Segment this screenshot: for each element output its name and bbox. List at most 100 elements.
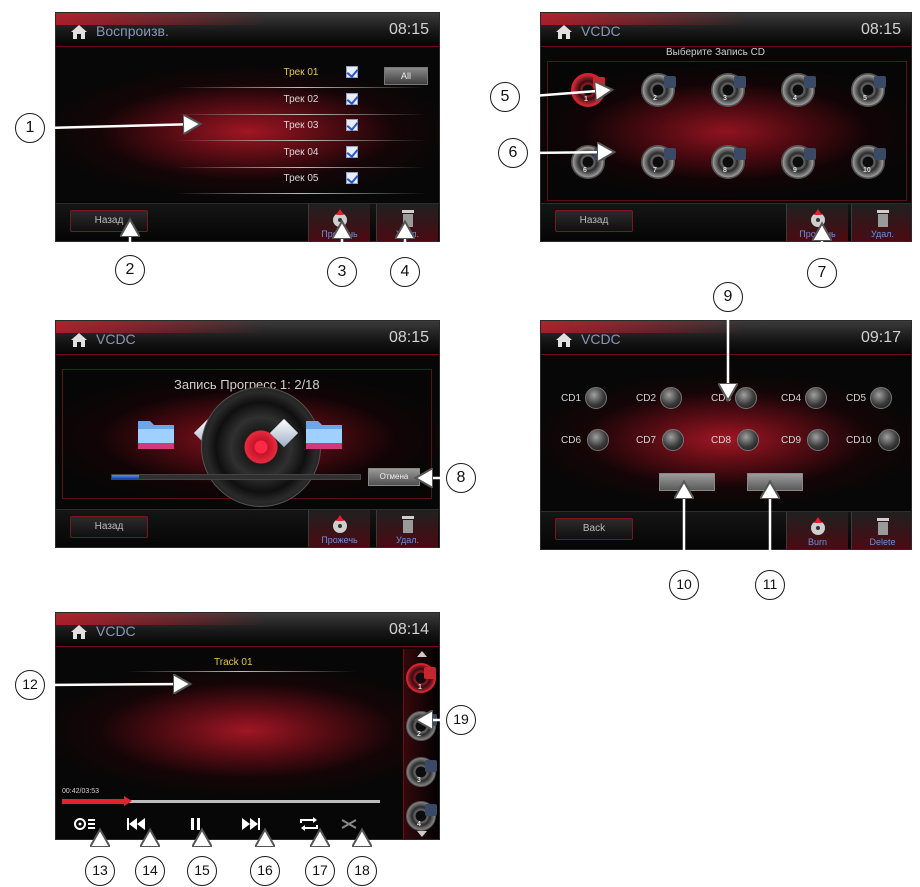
cd-slot[interactable]: CD9 (781, 429, 851, 453)
callout-marker: 3 (327, 257, 357, 287)
delete-button[interactable]: Delete (851, 512, 911, 549)
delete-label: Удал. (395, 229, 420, 239)
shuffle-icon (341, 819, 357, 829)
eq-button[interactable] (60, 809, 110, 839)
disc-icon[interactable]: 5 (851, 73, 886, 107)
checkbox-icon[interactable] (346, 66, 358, 78)
seek-handle[interactable] (123, 796, 132, 806)
home-icon[interactable] (70, 24, 88, 40)
disc-icon[interactable]: 4 (781, 73, 816, 107)
scroll-up-icon[interactable] (417, 651, 427, 657)
clock: 08:15 (388, 329, 429, 346)
disc-icon[interactable]: 3 (406, 757, 437, 787)
top-bar: VCDC 08:15 (56, 321, 439, 355)
note-icon (734, 148, 746, 160)
disc-icon[interactable]: 8 (711, 145, 746, 179)
track-row[interactable]: Трек 02 (176, 91, 426, 115)
track-row[interactable]: Трек 01 (176, 64, 426, 88)
cd-slot[interactable]: CD7 (636, 429, 706, 453)
home-icon[interactable] (70, 624, 88, 640)
callout-marker: 14 (135, 856, 165, 886)
disc-icon[interactable]: 3 (711, 73, 746, 107)
cd-ball-icon (807, 429, 829, 451)
checkbox-icon[interactable] (346, 93, 358, 105)
track-row[interactable]: Трек 05 (176, 170, 426, 194)
cancel-button[interactable]: Отмена (368, 468, 420, 486)
checkbox-icon[interactable] (346, 119, 358, 131)
disc-number: 6 (583, 167, 587, 174)
disc-icon[interactable]: 7 (641, 145, 676, 179)
clock: 08:14 (388, 621, 429, 638)
track-row[interactable]: Трек 04 (176, 144, 426, 168)
cd-slot[interactable]: CD2 (636, 387, 706, 411)
delete-button[interactable]: Удал. (376, 510, 438, 547)
delete-button[interactable]: Удал. (376, 204, 438, 241)
back-button[interactable]: Назад (555, 210, 633, 232)
shuffle-button[interactable] (326, 809, 376, 839)
home-icon[interactable] (70, 332, 88, 348)
trash-icon (877, 518, 889, 535)
back-button[interactable]: Назад (70, 516, 148, 538)
disc-icon[interactable]: 6 (571, 145, 606, 179)
trash-icon (402, 210, 414, 227)
burn-label: Прожечь (321, 535, 358, 545)
bottom-bar: Back Burn Delete (541, 511, 911, 549)
delete-button[interactable]: Удал. (851, 204, 911, 241)
burn-button[interactable]: Burn (786, 512, 848, 549)
pause-button[interactable] (171, 809, 221, 839)
cd-slot[interactable]: CD5 (846, 387, 911, 411)
disc-icon[interactable]: 1 (406, 663, 436, 693)
burn-button[interactable]: Прожечь (786, 204, 848, 241)
disc-number: 3 (417, 777, 421, 784)
disc-icon[interactable]: 2 (406, 711, 437, 741)
disc-number: 3 (723, 95, 727, 102)
cd-slot[interactable]: CD3 (711, 387, 781, 411)
checkbox-icon[interactable] (346, 146, 358, 158)
cd-slot[interactable]: CD8 (711, 429, 781, 453)
track-row[interactable]: Трек 03 (176, 117, 426, 141)
disc-icon[interactable]: 10 (851, 145, 886, 179)
disc-icon[interactable]: 2 (641, 73, 676, 107)
track-label: Трек 01 (283, 67, 319, 78)
divider (176, 140, 426, 141)
checkbox-icon[interactable] (346, 172, 358, 184)
back-button[interactable]: Назад (70, 210, 148, 232)
disc-side-list[interactable]: 1 2 3 4 (403, 649, 439, 839)
pause-icon (191, 818, 200, 830)
elapsed-time: 00:42/03:53 (62, 788, 99, 795)
cd-slot[interactable]: CD4 (781, 387, 851, 411)
note-icon (804, 148, 816, 160)
back-button[interactable]: Back (555, 518, 633, 540)
cd-slot[interactable]: CD10 (846, 429, 911, 453)
callout-marker: 1 (15, 113, 45, 143)
bottom-bar: Назад Прожечь Удал. (56, 509, 439, 547)
seek-bar[interactable] (62, 796, 380, 806)
disc-icon[interactable]: 4 (406, 801, 437, 831)
disc-icon[interactable]: 9 (781, 145, 816, 179)
next-button[interactable] (226, 809, 276, 839)
burn-button[interactable]: Прожечь (308, 204, 370, 241)
burn-button[interactable]: Прожечь (308, 510, 370, 547)
cd-slot[interactable]: CD1 (561, 387, 631, 411)
cd-slot[interactable]: CD6 (561, 429, 631, 453)
scroll-down-icon[interactable] (417, 831, 427, 837)
home-icon[interactable] (555, 332, 573, 348)
top-bar: VCDC 08:15 (541, 13, 911, 47)
divider (176, 114, 426, 115)
action-button-right[interactable] (747, 473, 803, 491)
callout-marker: 16 (250, 856, 280, 886)
cd-label: CD10 (846, 435, 872, 446)
cd-ball-icon (587, 429, 609, 451)
delete-label: Delete (869, 537, 896, 547)
select-heading: Выберите Запись CD (666, 47, 766, 58)
action-button-left[interactable] (659, 473, 715, 491)
previous-button[interactable] (112, 809, 162, 839)
home-icon[interactable] (555, 24, 573, 40)
burn-icon (811, 209, 825, 227)
note-icon (664, 76, 676, 88)
callout-marker: 12 (15, 670, 45, 700)
top-bar: Воспроизв. 08:15 (56, 13, 439, 47)
select-cd-screen: VCDC 08:15 Выберите Запись CD 1 2 3 4 5 … (540, 12, 912, 242)
disc-icon[interactable]: 1 (571, 73, 605, 107)
clock: 08:15 (388, 21, 429, 38)
